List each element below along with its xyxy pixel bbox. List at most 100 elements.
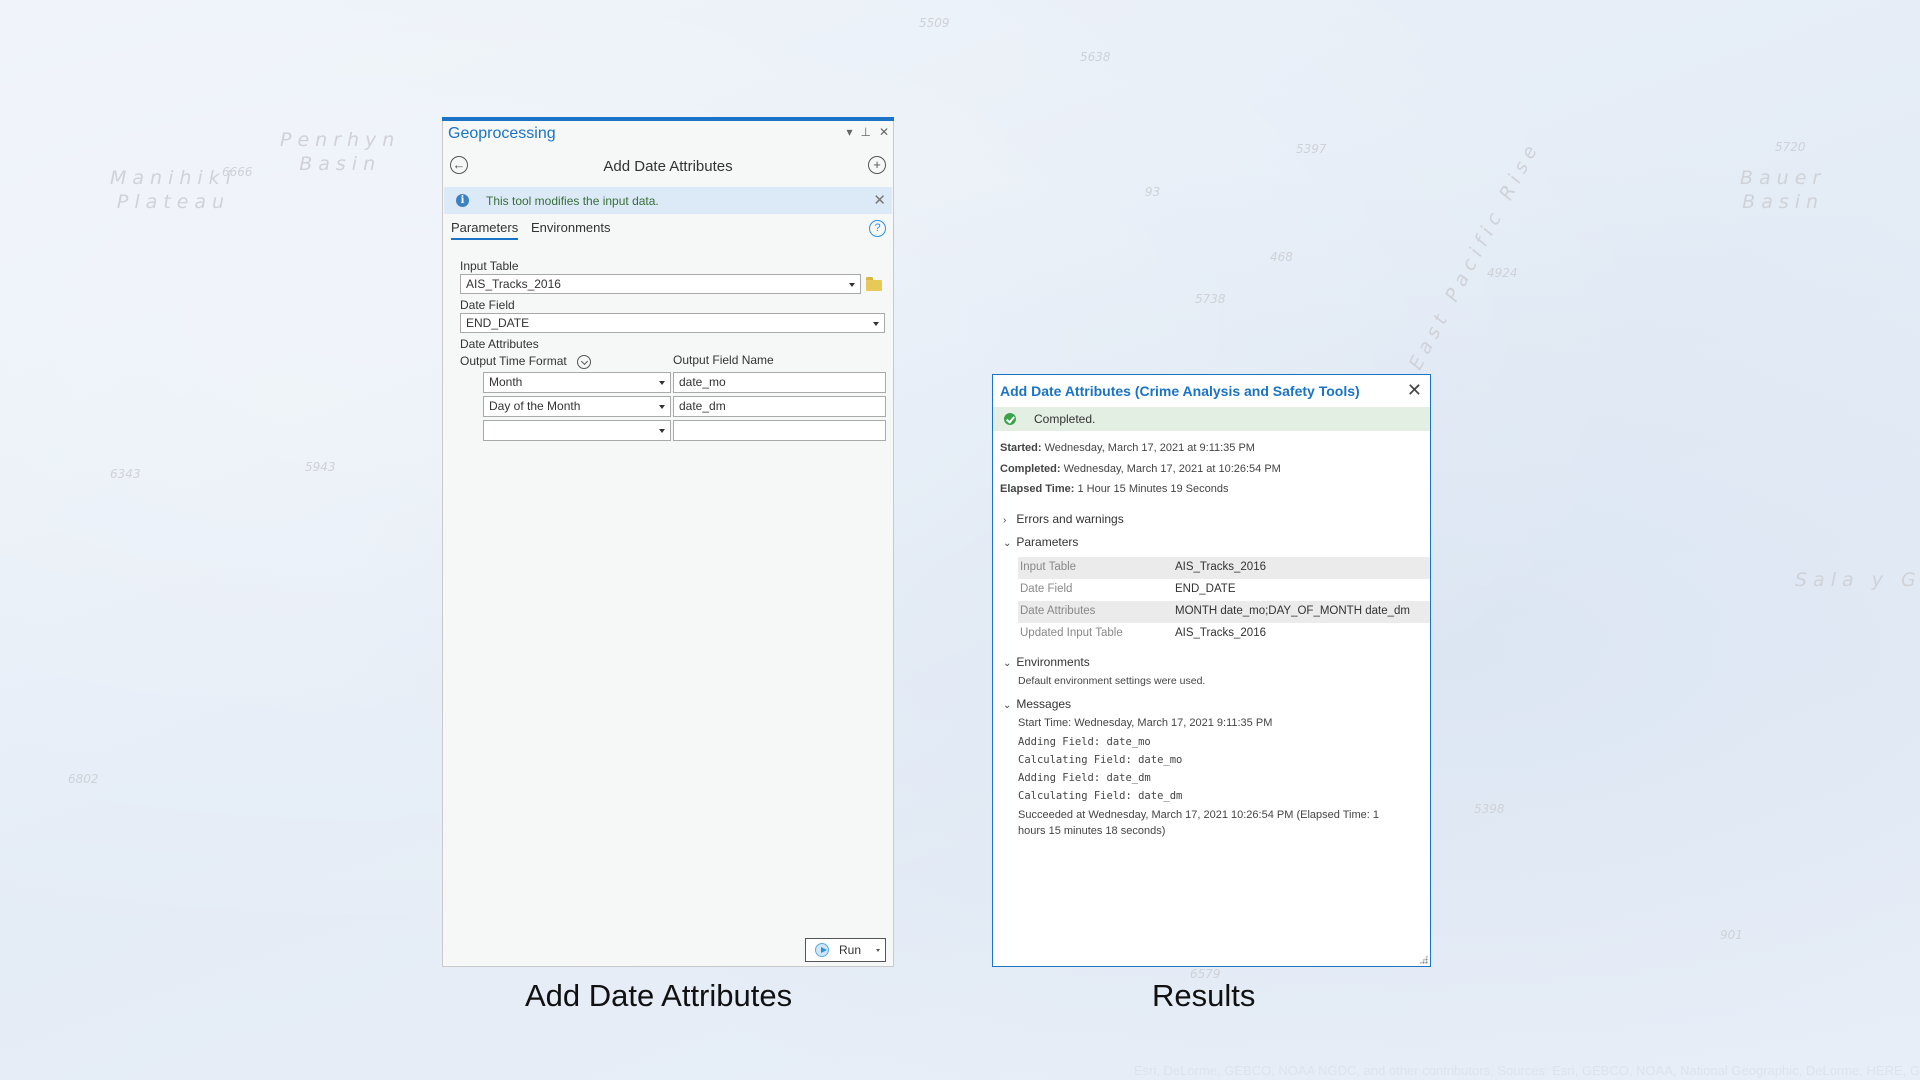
depth-label: 901 <box>1720 928 1743 942</box>
pane-options-dropdown-icon[interactable]: ▾ <box>846 125 852 139</box>
map-attribution: Esri, DeLorme, GEBCO, NOAA NGDC, and oth… <box>1133 1063 1920 1078</box>
section-label: Messages <box>1016 697 1072 711</box>
started-info: Started: Wednesday, March 17, 2021 at 9:… <box>1000 442 1255 454</box>
chevron-down-icon <box>659 405 665 409</box>
param-value: END_DATE <box>1175 583 1236 595</box>
map-label-penrhyn-basin: Penrhyn Basin <box>280 129 401 175</box>
depth-label: 468 <box>1270 250 1293 264</box>
message-line: Calculating Field: date_dm <box>1018 790 1183 802</box>
date-field-combobox[interactable]: END_DATE <box>460 313 885 333</box>
chevron-down-icon: ⌄ <box>1003 658 1012 669</box>
run-button[interactable]: Run <box>805 938 886 962</box>
parameter-row: Date Field END_DATE <box>1018 579 1430 601</box>
depth-label: 5398 <box>1474 802 1505 816</box>
param-name: Date Field <box>1020 583 1073 595</box>
message-line: Adding Field: date_dm <box>1018 772 1151 784</box>
tab-environments[interactable]: Environments <box>531 220 610 238</box>
pane-title: Geoprocessing <box>448 125 556 142</box>
close-results-button[interactable]: ✕ <box>1407 380 1422 401</box>
parameter-row: Date Attributes MONTH date_mo;DAY_OF_MONT… <box>1018 601 1430 623</box>
browse-folder-icon[interactable] <box>866 277 882 291</box>
info-message: This tool modifies the input data. <box>486 194 659 208</box>
tool-header: ← Add Date Attributes + <box>443 147 893 187</box>
run-label: Run <box>839 943 862 957</box>
message-line: Succeeded at Wednesday, March 17, 2021 1… <box>1018 809 1379 821</box>
pane-header: Geoprocessing ▾ ⊥ ✕ <box>443 121 893 147</box>
chevron-down-icon: ⌄ <box>1003 538 1012 549</box>
date-field-value: END_DATE <box>466 316 530 330</box>
info-icon: i <box>456 194 469 207</box>
date-attributes-label: Date Attributes <box>460 337 539 351</box>
chevron-down-icon <box>849 283 855 287</box>
depth-label: 5943 <box>305 460 336 474</box>
info-banner: i This tool modifies the input data. ✕ <box>444 187 892 214</box>
param-name: Updated Input Table <box>1020 627 1123 639</box>
param-value: AIS_Tracks_2016 <box>1175 627 1266 639</box>
section-messages[interactable]: ⌄ Messages <box>1003 697 1071 711</box>
time-format-combobox[interactable] <box>483 420 671 441</box>
tab-parameters[interactable]: Parameters <box>451 220 519 240</box>
basemap[interactable]: Penrhyn Basin Manihiki Plateau Bauer Bas… <box>0 0 1920 1080</box>
add-to-favorites-button[interactable]: + <box>868 156 886 174</box>
completed-info: Completed: Wednesday, March 17, 2021 at … <box>1000 463 1281 475</box>
depth-label: 93 <box>1145 185 1161 199</box>
message-line: Adding Field: date_mo <box>1018 736 1151 748</box>
section-label: Parameters <box>1016 535 1079 549</box>
parameters-table: Input Table AIS_Tracks_2016 Date Field END… <box>1018 557 1430 645</box>
depth-label: 6802 <box>68 772 99 786</box>
time-format-combobox[interactable]: Month <box>483 372 671 393</box>
section-parameters[interactable]: ⌄ Parameters <box>1003 535 1078 549</box>
input-table-combobox[interactable]: AIS_Tracks_2016 <box>460 274 861 294</box>
section-errors-warnings[interactable]: › Errors and warnings <box>1003 512 1124 526</box>
completed-label: Completed: <box>1000 463 1061 475</box>
chevron-down-icon <box>873 322 879 326</box>
results-popup: Add Date Attributes (Crime Analysis and … <box>992 374 1431 967</box>
depth-label: 5509 <box>919 16 950 30</box>
started-label: Started: <box>1000 442 1042 454</box>
param-value: AIS_Tracks_2016 <box>1175 561 1266 573</box>
environments-text: Default environment settings were used. <box>1018 675 1206 687</box>
param-name: Date Attributes <box>1020 605 1096 617</box>
plus-icon: + <box>873 157 881 172</box>
time-format-value: Month <box>489 375 523 389</box>
depth-label: 5397 <box>1296 142 1327 156</box>
tool-tabs: Parameters Environments ? <box>443 214 893 242</box>
resize-grip[interactable] <box>1419 955 1428 964</box>
status-bar: Completed. <box>993 407 1430 431</box>
pin-icon[interactable]: ⊥ <box>860 125 870 139</box>
message-line: Calculating Field: date_mo <box>1018 754 1183 766</box>
caption-add-date-attributes: Add Date Attributes <box>525 978 793 1013</box>
elapsed-info: Elapsed Time: 1 Hour 15 Minutes 19 Secon… <box>1000 483 1229 495</box>
output-time-format-label: Output Time Format <box>460 354 567 368</box>
elapsed-value: 1 Hour 15 Minutes 19 Seconds <box>1077 483 1229 495</box>
output-field-input[interactable] <box>673 420 886 441</box>
section-label: Errors and warnings <box>1016 512 1124 526</box>
depth-label: 5738 <box>1195 292 1226 306</box>
depth-label: 4924 <box>1487 266 1518 280</box>
map-label-east-pacific-rise: East Pacific Rise <box>1404 136 1545 374</box>
param-name: Input Table <box>1020 561 1077 573</box>
geoprocessing-pane: Geoprocessing ▾ ⊥ ✕ ← Add Date Attribute… <box>442 117 894 967</box>
output-field-input[interactable]: date_mo <box>673 372 886 393</box>
chevron-down-icon: ⌄ <box>1003 700 1012 711</box>
section-environments[interactable]: ⌄ Environments <box>1003 655 1090 669</box>
parameters-form: Input Table AIS_Tracks_2016 Date Field E… <box>460 258 893 444</box>
caption-results: Results <box>1152 978 1256 1013</box>
run-options-dropdown-icon[interactable] <box>876 949 880 952</box>
output-field-name-label: Output Field Name <box>673 353 774 367</box>
tool-title: Add Date Attributes <box>603 158 733 175</box>
expand-options-icon[interactable] <box>577 355 591 369</box>
output-field-input[interactable]: date_dm <box>673 396 886 417</box>
map-label-manihiki-plateau: Manihiki Plateau <box>110 167 237 213</box>
help-button[interactable]: ? <box>869 220 886 237</box>
close-pane-icon[interactable]: ✕ <box>879 125 889 139</box>
time-format-combobox[interactable]: Day of the Month <box>483 396 671 417</box>
completed-value: Wednesday, March 17, 2021 at 10:26:54 PM <box>1063 463 1281 475</box>
section-label: Environments <box>1016 655 1090 669</box>
parameter-row: Updated Input Table AIS_Tracks_2016 <box>1018 623 1430 645</box>
date-attribute-row <box>460 420 893 444</box>
play-icon <box>815 943 829 957</box>
depth-label: 6343 <box>110 467 141 481</box>
status-text: Completed. <box>1034 412 1096 426</box>
dismiss-info-button[interactable]: ✕ <box>873 191 886 209</box>
